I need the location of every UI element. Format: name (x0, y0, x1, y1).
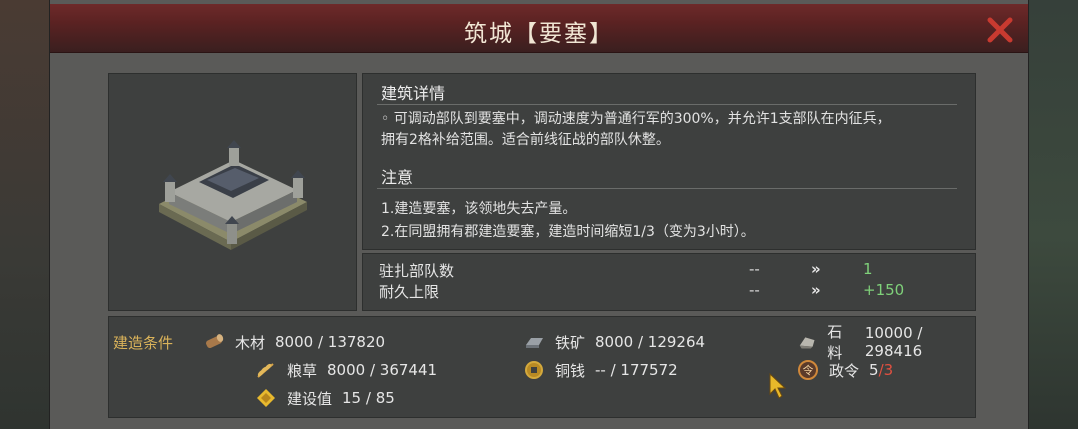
double-arrow-icon: » (811, 260, 821, 278)
title-bar: 筑城【要塞】 (50, 4, 1028, 53)
svg-text:令: 令 (803, 363, 814, 377)
requirements-title: 建造条件 (113, 334, 174, 352)
requirement-value: 10000 / 298416 (864, 324, 923, 360)
building-details-panel: 建筑详情 ◦ 可调动部队到要塞中，调动速度为普通行军的300%，并允许1支部队在… (362, 73, 976, 250)
stat-old-value: -- (749, 260, 760, 278)
build-requirements-panel: 建造条件 木材 8000 / 137820 铁矿 8000 / 129264 石… (108, 316, 976, 418)
requirement-iron: 铁矿 8000 / 129264 (523, 329, 705, 355)
grain-icon (257, 363, 274, 378)
build-fortress-dialog: 筑城【要塞】 建筑详情 ◦ 可调动部队到要塞中，调动速度为普通行军的300%，并… (50, 0, 1028, 429)
requirement-value: 15 / 85 (342, 389, 395, 407)
requirement-order: 令 政令 5 / 3 (797, 357, 893, 383)
requirement-grain: 粮草 8000 / 367441 (255, 357, 437, 383)
requirement-value: -- / 177572 (595, 361, 678, 379)
double-arrow-icon: » (811, 281, 821, 299)
requirement-label: 建设值 (287, 389, 333, 408)
dialog-title: 筑城【要塞】 (464, 21, 614, 47)
requirement-stone: 石料 10000 / 298416 (797, 323, 975, 362)
note-heading: 注意 (381, 168, 414, 187)
background-left (0, 0, 55, 429)
requirement-label: 木材 (235, 333, 266, 352)
background-right (1023, 0, 1078, 429)
requirement-value: 8000 / 367441 (327, 361, 438, 379)
stat-label: 耐久上限 (379, 283, 440, 301)
requirement-label: 铜钱 (555, 361, 586, 380)
order-required: 3 (883, 361, 894, 379)
note-item-1: 1.建造要塞，该领地失去产量。 (381, 201, 577, 217)
order-current: 5 (869, 361, 879, 379)
divider (377, 104, 957, 105)
requirement-value: 8000 / 129264 (595, 333, 706, 351)
requirement-value: 8000 / 137820 (275, 333, 386, 351)
stat-row-garrison: 驻扎部队数 -- » 1 (363, 260, 975, 282)
stat-old-value: -- (749, 281, 760, 299)
details-heading: 建筑详情 (381, 84, 446, 103)
mouse-cursor-icon (769, 372, 786, 399)
note-item-2: 2.在同盟拥有郡建造要塞，建造时间缩短1/3（变为3小时）。 (381, 224, 755, 240)
stat-label: 驻扎部队数 (379, 262, 455, 280)
requirement-copper: 铜钱 -- / 177572 (523, 357, 678, 383)
requirement-label: 粮草 (287, 361, 318, 380)
details-description-line1: ◦ 可调动部队到要塞中，调动速度为普通行军的300%，并允许1支部队在内征兵， (381, 111, 891, 127)
requirement-construction: 建设值 15 / 85 (255, 385, 395, 411)
iron-ingot-icon (526, 338, 543, 348)
stat-new-value: 1 (863, 260, 873, 278)
stone-icon (799, 337, 815, 349)
order-token-icon: 令 (798, 360, 818, 380)
divider (377, 188, 957, 189)
requirement-label: 铁矿 (555, 333, 586, 352)
stats-panel: 驻扎部队数 -- » 1 耐久上限 -- » +150 (362, 253, 976, 311)
stat-new-value: +150 (863, 281, 905, 299)
coin-icon (525, 361, 543, 379)
details-description-line2: 拥有2格补给范围。适合前线征战的部队休整。 (381, 132, 670, 148)
stat-row-durability: 耐久上限 -- » +150 (363, 281, 975, 303)
requirement-wood: 木材 8000 / 137820 (203, 329, 385, 355)
fortress-image (159, 140, 307, 250)
building-image-panel (108, 73, 357, 311)
wood-log-icon (206, 334, 224, 349)
requirement-label: 政令 (829, 361, 860, 380)
close-icon[interactable] (986, 16, 1014, 44)
construction-icon (257, 389, 275, 407)
